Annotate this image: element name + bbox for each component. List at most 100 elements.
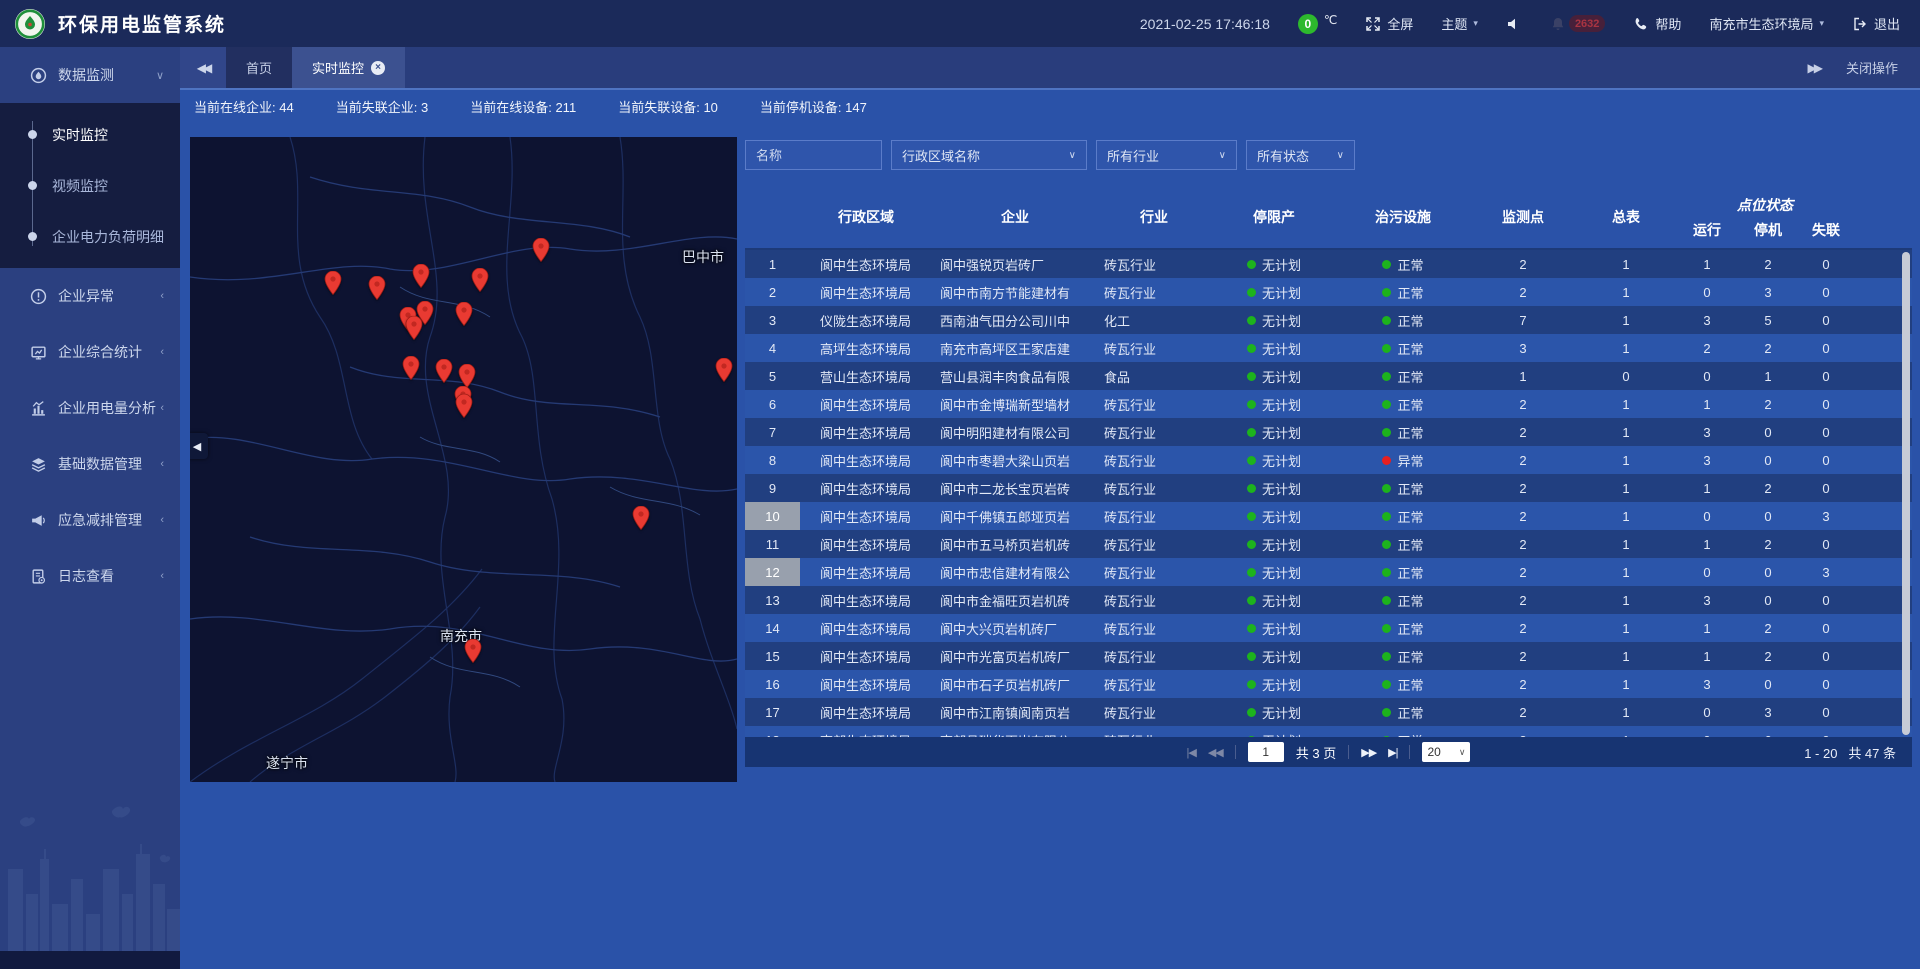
cell-index: 18 xyxy=(745,726,800,737)
table-row[interactable]: 7阆中生态环境局阆中明阳建材有限公司砖瓦行业无计划正常21300 xyxy=(745,418,1912,446)
table-row[interactable]: 14阆中生态环境局阆中大兴页岩机砖厂砖瓦行业无计划正常21120 xyxy=(745,614,1912,642)
tabs-scroll-right-button[interactable]: ▶▶ xyxy=(1808,61,1820,75)
theme-dropdown[interactable]: 主题 ▾ xyxy=(1441,14,1478,33)
close-icon[interactable]: × xyxy=(371,61,385,75)
sidebar-group-alert[interactable]: 企业异常‹ xyxy=(0,268,180,324)
cell-run: 1 xyxy=(1674,390,1740,418)
next-page-button[interactable]: ▶▶ xyxy=(1361,746,1376,759)
notifications-button[interactable]: 2632 xyxy=(1550,15,1605,32)
cell-limit-status: 无计划 xyxy=(1210,418,1338,446)
stat-value: 3 xyxy=(421,100,428,115)
logout-button[interactable]: 退出 xyxy=(1852,14,1900,33)
table-row[interactable]: 13阆中生态环境局阆中市金福旺页岩机砖砖瓦行业无计划正常21300 xyxy=(745,586,1912,614)
cell-index: 15 xyxy=(745,642,800,670)
close-operations-button[interactable]: 关闭操作 xyxy=(1846,58,1898,77)
table-row[interactable]: 5营山生态环境局营山县润丰肉食品有限食品无计划正常10010 xyxy=(745,362,1912,390)
facility-status-text: 正常 xyxy=(1397,283,1423,302)
map-pin-icon[interactable] xyxy=(464,639,482,663)
map-pin-icon[interactable] xyxy=(368,276,386,300)
status-dot-icon xyxy=(1247,652,1256,661)
last-page-button[interactable]: ▶| xyxy=(1388,746,1397,759)
page-number-input[interactable] xyxy=(1248,742,1284,762)
map-pin-icon[interactable] xyxy=(324,271,342,295)
first-page-button[interactable]: |◀ xyxy=(1187,746,1196,759)
cell-index: 5 xyxy=(745,362,800,390)
cell-stop: 2 xyxy=(1740,642,1796,670)
map-collapse-handle[interactable]: ◀ xyxy=(190,433,208,459)
table-row[interactable]: 6阆中生态环境局阆中市金博瑞新型墙材砖瓦行业无计划正常21120 xyxy=(745,390,1912,418)
map-pin-icon[interactable] xyxy=(715,358,733,382)
page-size-select[interactable]: 20 ∨ xyxy=(1422,742,1470,762)
sidebar-group-gauge[interactable]: 数据监测∨ xyxy=(0,47,180,103)
sidebar-item-2[interactable]: 企业电力负荷明细 xyxy=(0,211,180,262)
table-row[interactable]: 16阆中生态环境局阆中市石子页岩机砖厂砖瓦行业无计划正常21300 xyxy=(745,670,1912,698)
logout-icon xyxy=(1852,16,1868,32)
cell-points: 2 xyxy=(1468,698,1578,726)
table-row[interactable]: 3仪陇生态环境局西南油气田分公司川中化工无计划正常71350 xyxy=(745,306,1912,334)
map-pin-icon[interactable] xyxy=(471,268,489,292)
sidebar-group-log[interactable]: 日志查看‹ xyxy=(0,548,180,604)
table-row[interactable]: 8阆中生态环境局阆中市枣碧大梁山页岩砖瓦行业无计划异常21300 xyxy=(745,446,1912,474)
table-row[interactable]: 2阆中生态环境局阆中市南方节能建材有砖瓦行业无计划正常21030 xyxy=(745,278,1912,306)
map-pin-icon[interactable] xyxy=(412,264,430,288)
name-filter-input[interactable] xyxy=(745,140,882,170)
sidebar-item-1[interactable]: 视频监控 xyxy=(0,160,180,211)
cell-stop: 0 xyxy=(1740,586,1796,614)
fullscreen-button[interactable]: 全屏 xyxy=(1365,14,1413,33)
map-pin-icon[interactable] xyxy=(458,364,476,388)
tab-0[interactable]: 首页 xyxy=(226,47,292,88)
table-body: 1阆中生态环境局阆中强锐页岩砖厂砖瓦行业无计划正常211202阆中生态环境局阆中… xyxy=(745,250,1912,737)
speaker-icon xyxy=(1506,16,1522,32)
cell-run: 0 xyxy=(1674,698,1740,726)
table-row[interactable]: 12阆中生态环境局阆中市忠信建材有限公砖瓦行业无计划正常21003 xyxy=(745,558,1912,586)
table-row[interactable]: 11阆中生态环境局阆中市五马桥页岩机砖砖瓦行业无计划正常21120 xyxy=(745,530,1912,558)
status-dot-icon xyxy=(1382,400,1391,409)
cell-facility-status: 正常 xyxy=(1338,698,1468,726)
table-scrollbar[interactable] xyxy=(1902,252,1910,735)
cell-points: 2 xyxy=(1468,502,1578,530)
status-dot-icon xyxy=(1382,680,1391,689)
table-row[interactable]: 1阆中生态环境局阆中强锐页岩砖厂砖瓦行业无计划正常21120 xyxy=(745,250,1912,278)
cell-company: 阆中市二龙长宝页岩砖 xyxy=(932,474,1098,502)
map-pin-icon[interactable] xyxy=(455,394,473,418)
map-panel[interactable]: ◀ 巴中市南充市遂宁市 xyxy=(190,137,737,782)
cell-region: 阆中生态环境局 xyxy=(800,558,932,586)
region-filter-select[interactable]: 行政区域名称 ∨ xyxy=(891,140,1087,170)
org-dropdown[interactable]: 南充市生态环境局 ▾ xyxy=(1709,14,1824,33)
stat-value: 44 xyxy=(279,100,293,115)
table-row[interactable]: 17阆中生态环境局阆中市江南镇阆南页岩砖瓦行业无计划正常21030 xyxy=(745,698,1912,726)
map-pin-icon[interactable] xyxy=(532,238,550,262)
table-row[interactable]: 4高坪生态环境局南充市高坪区王家店建砖瓦行业无计划正常31220 xyxy=(745,334,1912,362)
limit-status-text: 无计划 xyxy=(1262,647,1301,666)
sidebar-group-board[interactable]: 企业综合统计‹ xyxy=(0,324,180,380)
table-row[interactable]: 15阆中生态环境局阆中市光富页岩机砖厂砖瓦行业无计划正常21120 xyxy=(745,642,1912,670)
stat-value: 147 xyxy=(845,100,867,115)
help-label: 帮助 xyxy=(1655,14,1681,33)
cell-industry: 砖瓦行业 xyxy=(1098,390,1210,418)
table-row[interactable]: 18南部生态环境局南部县瑞华页岩有限公砖瓦行业无计划正常21060 xyxy=(745,726,1912,737)
sidebar-group-megaphone[interactable]: 应急减排管理‹ xyxy=(0,492,180,548)
status-dot-icon xyxy=(1382,428,1391,437)
cell-limit-status: 无计划 xyxy=(1210,670,1338,698)
industry-filter-select[interactable]: 所有行业 ∨ xyxy=(1096,140,1237,170)
status-filter-select[interactable]: 所有状态 ∨ xyxy=(1246,140,1355,170)
status-dot-icon xyxy=(1247,484,1256,493)
map-pin-icon[interactable] xyxy=(405,316,423,340)
sidebar-group-chart[interactable]: 企业用电量分析‹ xyxy=(0,380,180,436)
tabs-scroll-left-button[interactable]: ◀◀ xyxy=(180,47,226,88)
map-pin-icon[interactable] xyxy=(402,356,420,380)
sound-toggle[interactable] xyxy=(1506,16,1522,32)
table-row[interactable]: 9阆中生态环境局阆中市二龙长宝页岩砖砖瓦行业无计划正常21120 xyxy=(745,474,1912,502)
prev-page-button[interactable]: ◀◀ xyxy=(1208,746,1223,759)
table-row[interactable]: 10阆中生态环境局阆中千佛镇五郎垭页岩砖瓦行业无计划正常21003 xyxy=(745,502,1912,530)
status-dot-icon xyxy=(1247,624,1256,633)
map-pin-icon[interactable] xyxy=(455,302,473,326)
map-pin-icon[interactable] xyxy=(632,506,650,530)
help-button[interactable]: 帮助 xyxy=(1633,14,1681,33)
sidebar-item-0[interactable]: 实时监控 xyxy=(0,109,180,160)
sidebar-group-layers[interactable]: 基础数据管理‹ xyxy=(0,436,180,492)
temperature-value: 0 xyxy=(1298,14,1318,34)
map-pin-icon[interactable] xyxy=(435,359,453,383)
limit-status-text: 无计划 xyxy=(1262,619,1301,638)
tab-1[interactable]: 实时监控× xyxy=(292,47,405,88)
